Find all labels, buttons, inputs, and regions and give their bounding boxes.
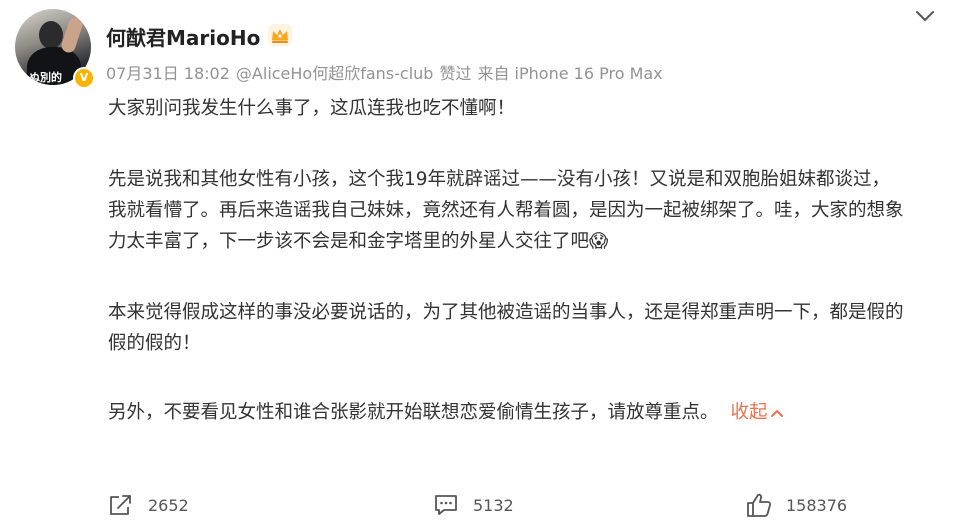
comment-button[interactable]: 5132 bbox=[433, 490, 514, 520]
collapse-label: 收起 bbox=[730, 402, 768, 423]
avatar-arm bbox=[59, 15, 85, 55]
thumbs-up-icon bbox=[747, 493, 772, 517]
post-paragraph-2-text: 先是说我和其他女性有小孩，这个我19年就辟谣过——没有小孩！又说是和双胞胎姐妹都… bbox=[108, 169, 904, 252]
chevron-up-icon bbox=[770, 410, 783, 417]
post-date[interactable]: 07月31日 18:02 bbox=[106, 64, 230, 83]
post-meta: 07月31日 18:02 @AliceHo何超欣fans-club 赞过 来自 iPh… bbox=[106, 60, 669, 84]
avatar-caption: ぬ別的 bbox=[29, 71, 62, 84]
post-paragraph-1: 大家别问我发生什么事了，这瓜连我也吃不懂啊！ bbox=[108, 98, 516, 119]
collapse-button[interactable]: 收起 bbox=[731, 402, 783, 423]
like-button[interactable]: 158376 bbox=[746, 490, 847, 520]
liked-label: 赞过 bbox=[439, 64, 472, 83]
verified-badge: V bbox=[73, 67, 95, 89]
post-paragraph-4-text: 另外，不要看见女性和谁合张影就开始联想恋爱偷情生孩子，请放尊重点。 bbox=[108, 402, 719, 423]
repost-button[interactable]: 2652 bbox=[108, 490, 189, 520]
action-bar: 2652 5132 158376 bbox=[0, 490, 960, 520]
crown-icon[interactable] bbox=[268, 24, 292, 46]
comment-icon bbox=[435, 495, 457, 515]
comment-count: 5132 bbox=[473, 495, 514, 515]
post-source: 来自 iPhone 16 Pro Max bbox=[477, 64, 663, 83]
repost-count: 2652 bbox=[148, 495, 189, 515]
post-paragraph-3: 本来觉得假成这样的事没必要说话的，为了其他被造谣的当事人，还是得郑重声明一下，都… bbox=[108, 302, 904, 354]
username[interactable]: 何猷君MarioHo bbox=[106, 22, 260, 51]
mention-link[interactable]: @AliceHo何超欣fans-club bbox=[236, 64, 434, 83]
chevron-down-icon[interactable] bbox=[913, 6, 937, 26]
avatar-head bbox=[39, 21, 63, 49]
post-content: 大家别问我发生什么事了，这瓜连我也吃不懂啊！ 先是说我和其他女性有小孩，这个我1… bbox=[108, 93, 908, 428]
share-icon bbox=[110, 495, 131, 515]
like-count: 158376 bbox=[786, 495, 848, 515]
post-paragraph-2: 先是说我和其他女性有小孩，这个我19年就辟谣过——没有小孩！又说是和双胞胎姐妹都… bbox=[108, 164, 908, 257]
scream-emoji-icon: 😱 bbox=[589, 231, 609, 252]
post-paragraph-4: 另外，不要看见女性和谁合张影就开始联想恋爱偷情生孩子，请放尊重点。 收起 bbox=[108, 397, 908, 428]
